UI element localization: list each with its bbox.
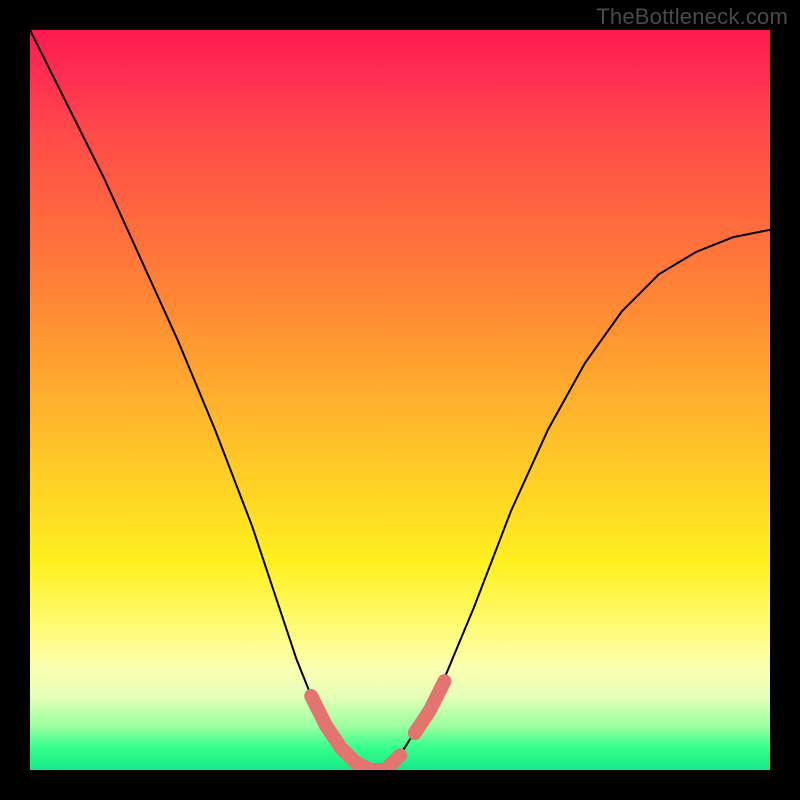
marker-segments: [311, 681, 444, 770]
marker-segment: [385, 755, 400, 770]
chart-frame: TheBottleneck.com: [0, 0, 800, 800]
marker-segment: [430, 681, 445, 711]
plot-area: [30, 30, 770, 770]
watermark-text: TheBottleneck.com: [596, 4, 788, 30]
curve-markers: [30, 30, 770, 770]
